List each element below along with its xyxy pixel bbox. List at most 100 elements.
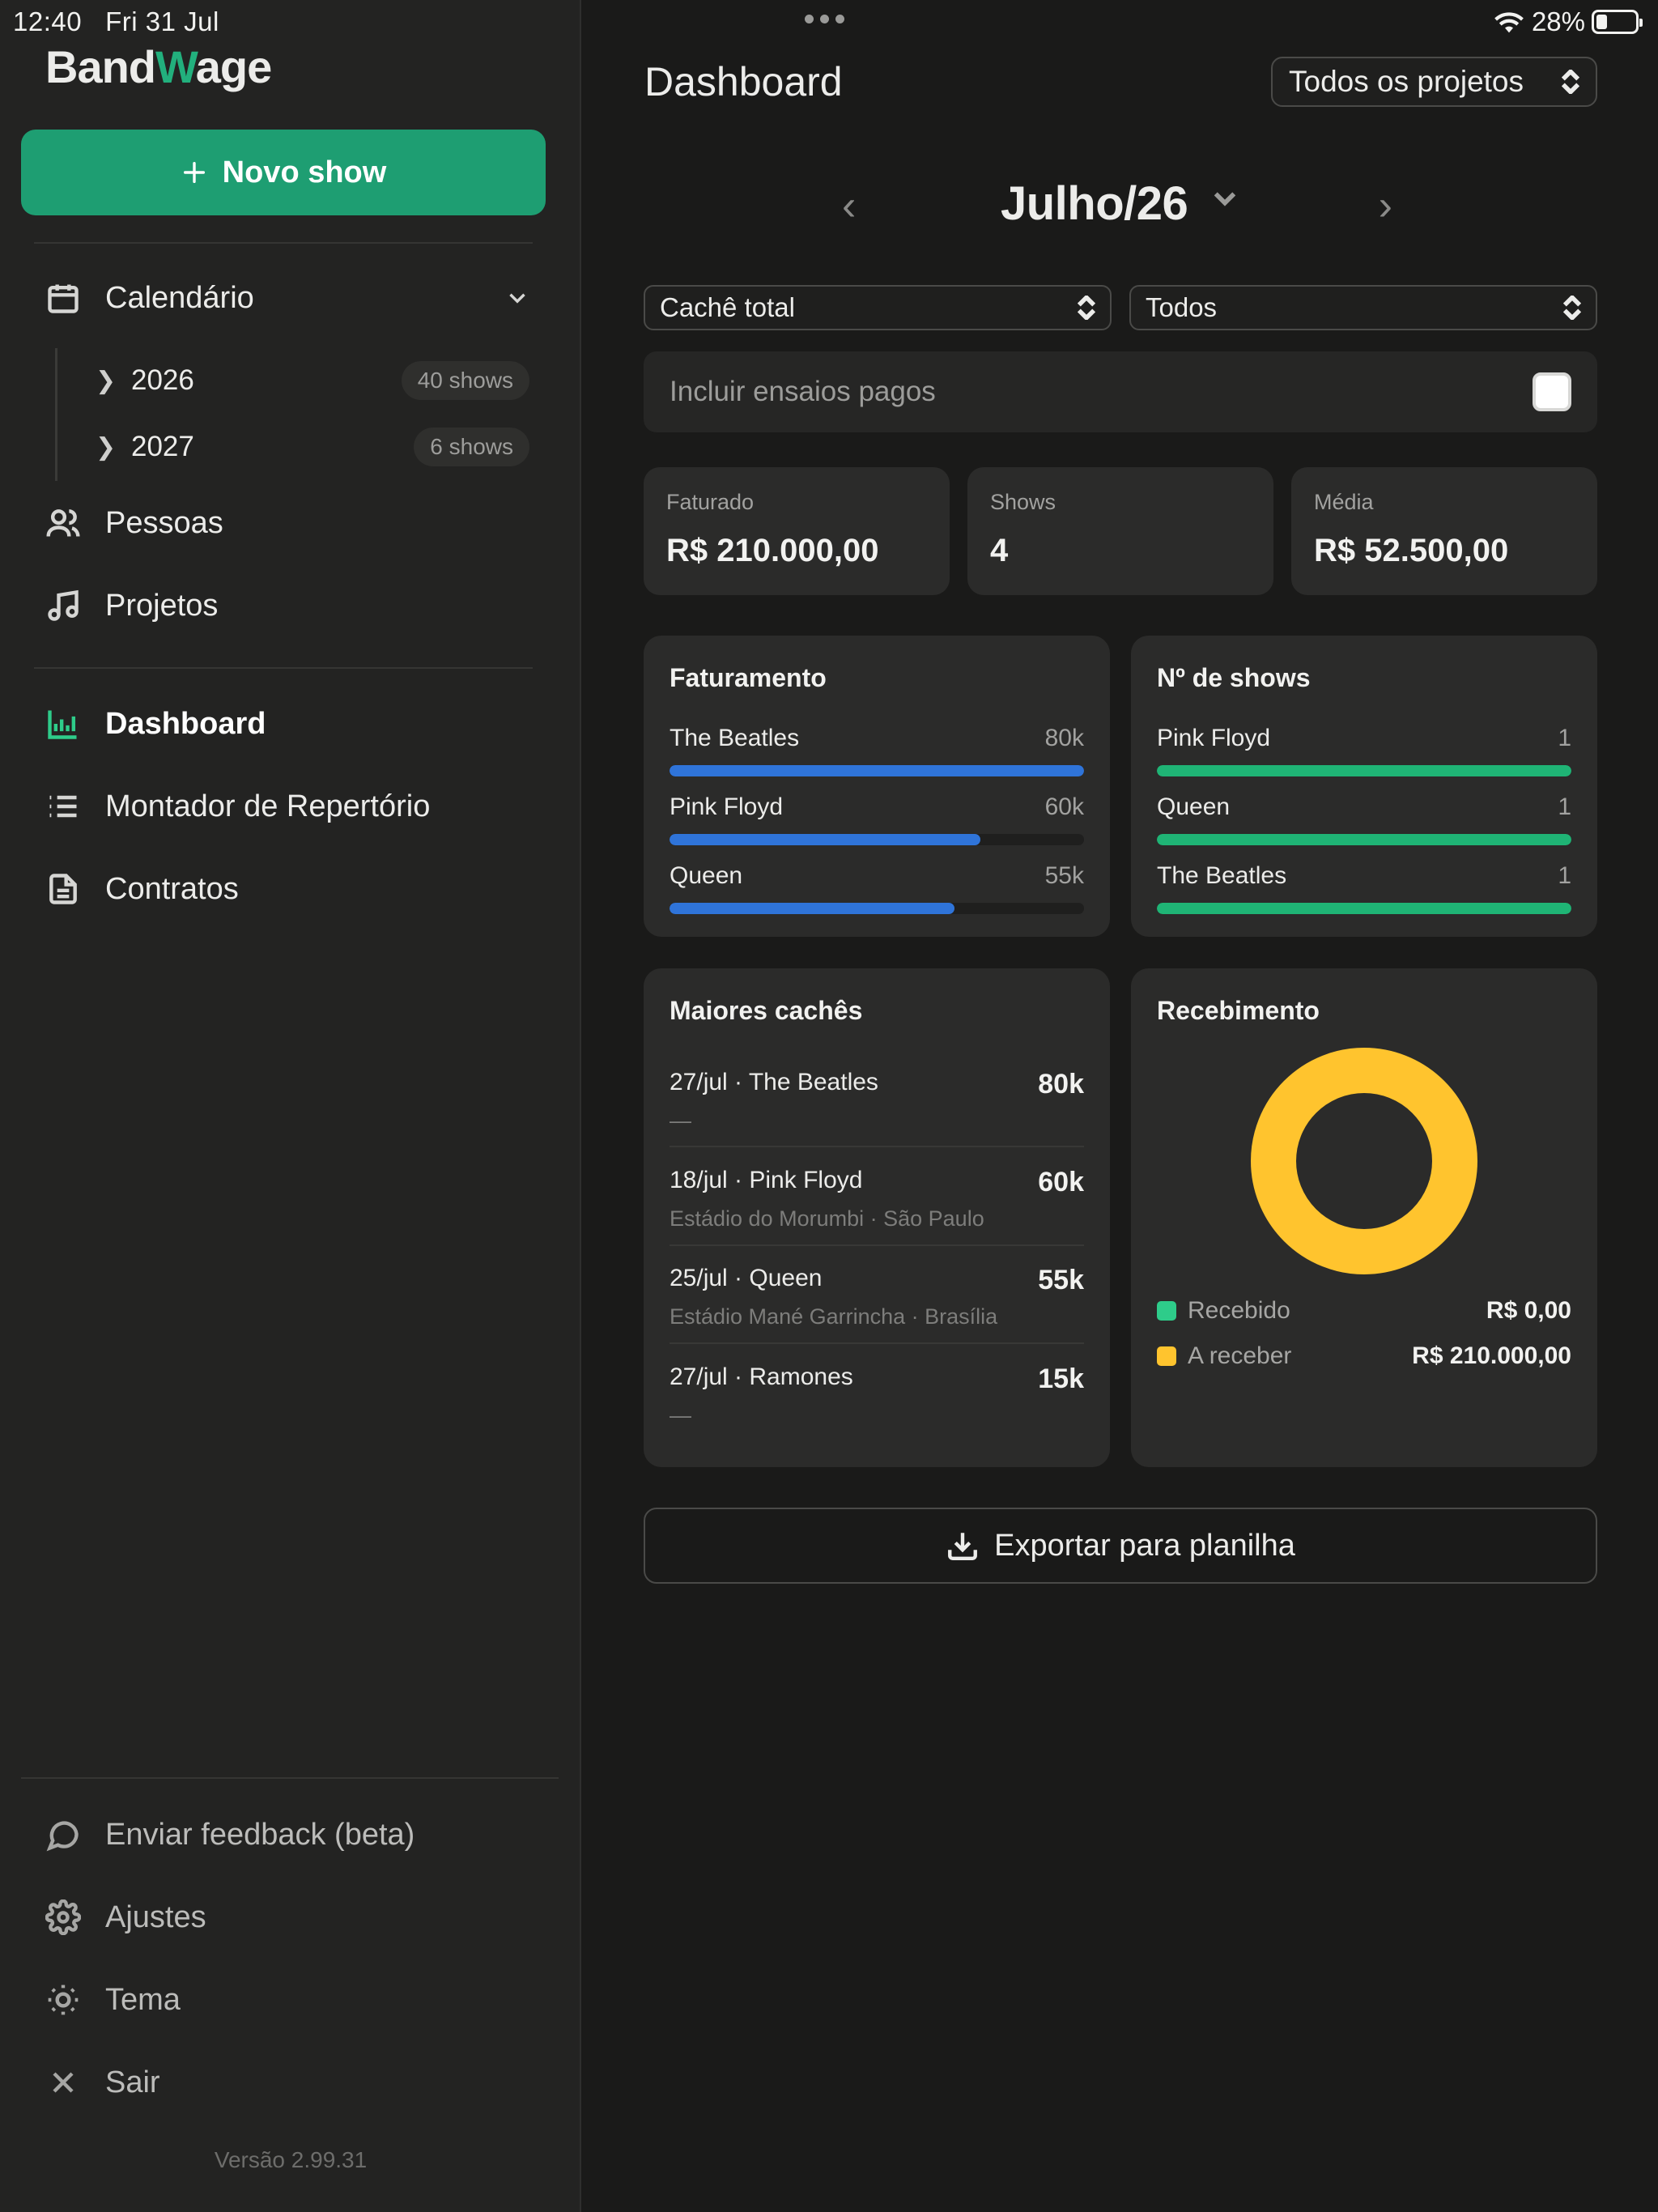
revenue-bar-row: Queen 55k [670, 862, 1084, 914]
sidebar-item-label: Pessoas [105, 505, 223, 540]
divider [34, 242, 533, 244]
sidebar-item-feedback[interactable]: Enviar feedback (beta) [45, 1817, 414, 1853]
revenue-bar [670, 903, 954, 914]
battery-percent: 28% [1531, 6, 1585, 36]
top-fees-card: Maiores cachês 27/jul · The Beatles 80k —… [644, 968, 1110, 1467]
sidebar-item-calendar[interactable]: Calendário [45, 280, 531, 316]
revenue-bar-row: Pink Floyd 60k [670, 793, 1084, 845]
sidebar-item-label: Ajustes [105, 1899, 206, 1934]
legend-received: Recebido R$ 0,00 [1157, 1297, 1571, 1325]
bar-value: 1 [1558, 725, 1571, 751]
shows-bar [1157, 903, 1571, 914]
bar-label: Queen [670, 862, 743, 889]
multitask-dots-icon[interactable] [805, 15, 844, 23]
metric-filter-select[interactable]: Cachê total [644, 285, 1112, 330]
version-label: Versão 2.99.31 [214, 2147, 368, 2172]
chevron-right-icon[interactable]: ❯ [96, 367, 131, 395]
revenue-bar-row: The Beatles 80k [670, 725, 1084, 776]
list-item[interactable]: 25/jul · Queen 55k Estádio Mané Garrincha… [670, 1265, 1084, 1329]
chat-bubble-icon [46, 1821, 79, 1852]
show-title: 18/jul · Pink Floyd [670, 1167, 863, 1193]
show-venue: — [670, 1403, 691, 1427]
sidebar-item-logout[interactable]: Sair [45, 2065, 160, 2100]
stat-card-billed: Faturado R$ 210.000,00 [644, 467, 950, 595]
sidebar-item-settings[interactable]: Ajustes [45, 1899, 206, 1935]
bar-label: Queen [1157, 793, 1231, 820]
divider [670, 1342, 1084, 1344]
sidebar-item-year-2026[interactable]: ❯ 2026 40 shows [96, 361, 529, 400]
revenue-bar [670, 834, 980, 845]
document-icon [49, 874, 77, 904]
metric-filter-value: Cachê total [660, 292, 795, 322]
card-title: Nº de shows [1157, 663, 1311, 692]
shows-bar [1157, 765, 1571, 776]
sidebar-item-contracts[interactable]: Contratos [45, 871, 239, 907]
include-rehearsals-label: Incluir ensaios pagos [670, 376, 936, 407]
sun-icon [48, 1984, 79, 2015]
bar-label: The Beatles [670, 725, 800, 751]
list-item[interactable]: 27/jul · Ramones 15k — [670, 1363, 1084, 1428]
list-item[interactable]: 18/jul · Pink Floyd 60k Estádio do Morumb… [670, 1167, 1084, 1231]
month-label[interactable]: Julho/26 [1001, 177, 1188, 231]
chevron-right-icon[interactable]: ❯ [96, 433, 131, 462]
sidebar-item-projects[interactable]: Projetos [45, 588, 218, 623]
include-rehearsals-row[interactable]: Incluir ensaios pagos [644, 351, 1597, 432]
legend-amount: R$ 0,00 [1486, 1297, 1571, 1324]
status-filter-select[interactable]: Todos [1129, 285, 1597, 330]
legend-receivable: A receber R$ 210.000,00 [1157, 1342, 1571, 1370]
list-item[interactable]: 27/jul · The Beatles 80k — [670, 1069, 1084, 1134]
bar-value: 1 [1558, 862, 1571, 889]
card-title: Faturamento [670, 663, 827, 692]
chevron-down-icon[interactable] [1213, 189, 1237, 211]
sidebar-item-people[interactable]: Pessoas [45, 505, 223, 541]
shows-bar-row: Pink Floyd 1 [1157, 725, 1571, 776]
select-arrows-icon [1078, 296, 1095, 320]
shows-bar [1157, 834, 1571, 845]
export-spreadsheet-button[interactable]: Exportar para planilha [644, 1508, 1597, 1584]
download-icon [948, 1533, 978, 1560]
include-rehearsals-checkbox[interactable] [1533, 372, 1571, 411]
wifi-icon [1494, 12, 1524, 33]
new-show-button[interactable]: Novo show [21, 130, 546, 215]
show-count-badge: 40 shows [401, 361, 529, 400]
plus-icon [183, 161, 205, 184]
show-count-badge: 6 shows [414, 428, 529, 466]
stat-label: Faturado [666, 490, 755, 514]
shows-bar-row: Queen 1 [1157, 793, 1571, 845]
sidebar-item-year-2027[interactable]: ❯ 2027 6 shows [96, 428, 529, 466]
revenue-card: Faturamento The Beatles 80k Pink Floyd 60k… [644, 636, 1110, 937]
project-filter-select[interactable]: Todos os projetos [1271, 57, 1597, 107]
sidebar-item-label: Sair [105, 2065, 160, 2099]
month-navigator: ‹ Julho/26 › [842, 170, 1392, 243]
show-fee: 60k [1038, 1167, 1084, 1197]
list-icon [49, 795, 77, 818]
donut-slice-receivable [1251, 1048, 1477, 1274]
sidebar-item-repertoire[interactable]: Montador de Repertório [45, 789, 430, 824]
chevron-down-icon[interactable] [504, 284, 531, 312]
bar-label: The Beatles [1157, 862, 1287, 889]
divider [21, 1777, 559, 1779]
show-fee: 55k [1038, 1265, 1084, 1295]
calendar-icon [48, 284, 79, 313]
legend-label: A receber [1188, 1342, 1292, 1369]
chevron-left-icon[interactable]: ‹ [842, 181, 856, 230]
bar-value: 55k [1044, 862, 1084, 889]
show-venue: Estádio Mané Garrincha · Brasília [670, 1304, 998, 1329]
revenue-bar [670, 765, 1084, 776]
bar-label: Pink Floyd [670, 793, 784, 820]
chevron-right-icon[interactable]: › [1379, 181, 1392, 230]
sidebar-item-theme[interactable]: Tema [45, 1982, 181, 2018]
year-label: 2027 [131, 431, 194, 462]
sidebar-item-label: Projetos [105, 588, 219, 623]
show-title: 27/jul · Ramones [670, 1363, 853, 1390]
stat-value: R$ 210.000,00 [666, 533, 879, 568]
project-filter-value: Todos os projetos [1289, 65, 1524, 98]
sidebar-item-dashboard[interactable]: Dashboard [45, 706, 266, 742]
sidebar-item-label: Montador de Repertório [105, 789, 431, 823]
bar-chart-icon [48, 710, 77, 739]
select-arrows-icon [1563, 296, 1581, 320]
new-show-label: Novo show [222, 155, 387, 189]
page-title: Dashboard [644, 59, 843, 104]
bar-value: 80k [1044, 725, 1084, 751]
stat-label: Shows [990, 490, 1056, 514]
